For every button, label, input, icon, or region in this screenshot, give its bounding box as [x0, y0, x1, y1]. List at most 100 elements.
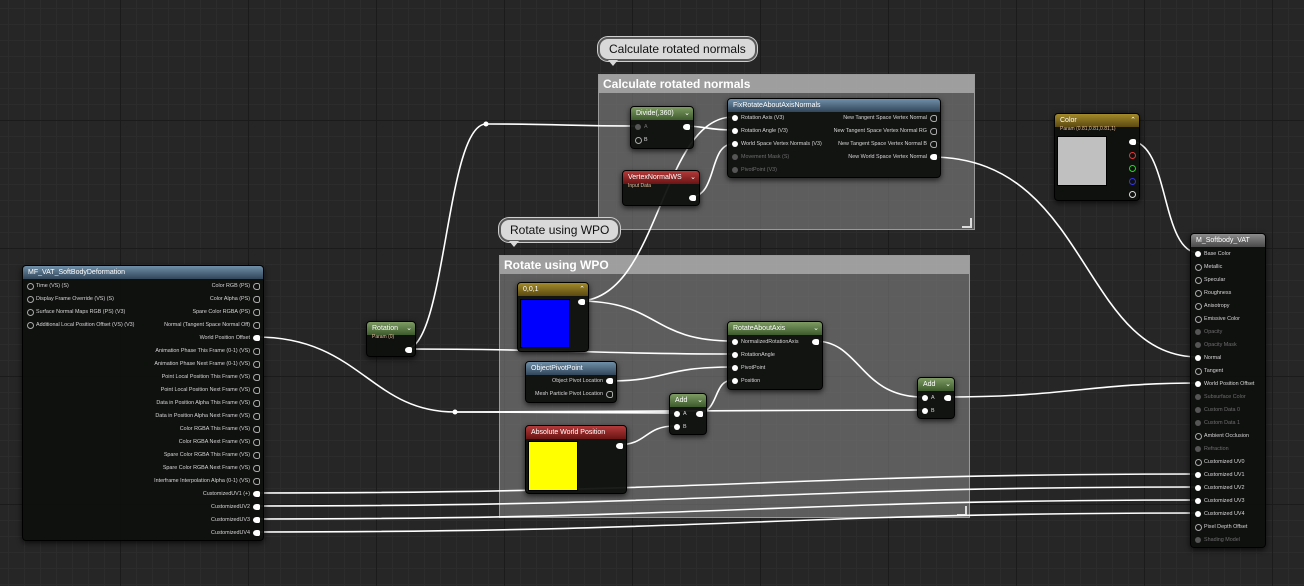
node-vertex-normal-ws[interactable]: VertexNormalWS ⌄ Input Data	[622, 170, 700, 206]
input-pin[interactable]: Rotation Angle (V3)	[731, 127, 788, 135]
output-pin[interactable]: New Tangent Space Vertex Normal B	[838, 140, 937, 148]
output-pin[interactable]: Spare Color RGBA This Frame (VS)	[164, 451, 261, 459]
input-pin[interactable]: Customized UV1	[1194, 471, 1244, 479]
output-pin[interactable]: CustomizedUV4	[211, 529, 260, 537]
input-pin[interactable]: Tangent	[1194, 367, 1223, 375]
input-pin[interactable]: PivotPoint	[731, 364, 765, 372]
wire-add-to-material-wpo	[944, 382, 1200, 398]
input-pin[interactable]: Subsurface Color	[1194, 393, 1246, 401]
wire-color-to-basecolor	[1129, 140, 1200, 254]
output-pin[interactable]: Data in Position Alpha Next Frame (VS)	[155, 412, 260, 420]
chevron-down-icon[interactable]: ⌄	[945, 378, 951, 391]
input-pin-b[interactable]: B	[673, 423, 687, 431]
input-pin-b[interactable]: B	[634, 136, 648, 144]
input-pin[interactable]: Emissive Color	[1194, 315, 1240, 323]
input-pin[interactable]: Opacity	[1194, 328, 1222, 336]
output-pin[interactable]: Point Local Position Next Frame (VS)	[161, 386, 261, 394]
output-pin[interactable]: Point Local Position This Frame (VS)	[162, 373, 261, 381]
output-pin[interactable]: New World Space Vertex Normal	[848, 153, 937, 161]
chevron-down-icon[interactable]: ⌄	[690, 171, 696, 184]
output-pin[interactable]: Data in Position Alpha This Frame (VS)	[156, 399, 260, 407]
input-pin[interactable]: Custom Data 0	[1194, 406, 1240, 414]
output-pin[interactable]: New Tangent Space Vertex Normal RG	[834, 127, 938, 135]
input-pin[interactable]: Specular	[1194, 276, 1225, 284]
output-pin[interactable]: Color RGBA Next Frame (VS)	[179, 438, 261, 446]
input-pin[interactable]: Pixel Depth Offset	[1194, 523, 1247, 531]
input-pin[interactable]: PivotPoint (V3)	[731, 166, 777, 174]
node-title: Add ⌄	[670, 394, 706, 407]
node-add-pivot[interactable]: Add ⌄ A B	[669, 393, 707, 435]
output-pin[interactable]: Spare Color RGBA (PS)	[192, 308, 260, 316]
output-pin[interactable]: Normal (Tangent Space Normal Off)	[164, 321, 260, 329]
input-pin[interactable]: Roughness	[1194, 289, 1231, 297]
node-absolute-world-position[interactable]: Absolute World Position	[525, 425, 627, 494]
input-pin[interactable]: Surface Normal Maps RGB (PS) (V3)	[26, 308, 125, 316]
node-material-result[interactable]: M_Softbody_VAT Base Color Metallic Specu…	[1190, 233, 1266, 548]
input-pin[interactable]: Base Color	[1194, 250, 1231, 258]
input-pin[interactable]: NormalizedRotationAxis	[731, 338, 799, 346]
input-pin[interactable]: Refraction	[1194, 445, 1229, 453]
output-pin[interactable]: Color Alpha (PS)	[210, 295, 261, 303]
input-pin[interactable]: Anisotropy	[1194, 302, 1229, 310]
input-pin[interactable]: Customized UV0	[1194, 458, 1244, 466]
node-rotate-about-axis[interactable]: RotateAboutAxis ⌄ NormalizedRotationAxis …	[727, 321, 823, 390]
output-pin[interactable]: CustomizedUV2	[211, 503, 260, 511]
input-pin[interactable]: Additional Local Position Offset (VS) (V…	[26, 321, 134, 329]
node-object-pivot-point[interactable]: ObjectPivotPoint Object Pivot Location M…	[525, 361, 617, 403]
input-pin[interactable]: Ambient Occlusion	[1194, 432, 1249, 440]
output-pin[interactable]: Spare Color RGBA Next Frame (VS)	[163, 464, 261, 472]
comment-bubble-calc-normals[interactable]: Calculate rotated normals	[598, 37, 757, 66]
resize-grip-icon[interactable]	[957, 506, 967, 516]
node-divide[interactable]: Divide(,360) ⌄ A B	[630, 106, 694, 149]
input-pin-a[interactable]: A	[673, 410, 687, 418]
input-pin[interactable]: RotationAngle	[731, 351, 775, 359]
input-pin[interactable]: World Position Offset	[1194, 380, 1254, 388]
node-color-param[interactable]: Color ⌃ Param (0.81,0.81,0.81,1)	[1054, 113, 1140, 201]
output-pin[interactable]: Animation Phase This Frame (0-1) (VS)	[155, 347, 260, 355]
input-pin[interactable]: Customized UV2	[1194, 484, 1244, 492]
color-swatch-yellow	[528, 441, 578, 491]
node-mf-vat-softbody[interactable]: MF_VAT_SoftBodyDeformation Time (VS) (S)…	[22, 265, 264, 541]
input-pin[interactable]: World Space Vertex Normals (V3)	[731, 140, 822, 148]
output-pin[interactable]: World Position Offset	[200, 334, 261, 342]
output-pin[interactable]: Color RGB (PS)	[212, 282, 261, 290]
input-pin[interactable]: Opacity Mask	[1194, 341, 1237, 349]
input-pin[interactable]: Custom Data 1	[1194, 419, 1240, 427]
output-pin[interactable]: CustomizedUV3	[211, 516, 260, 524]
comment-bubble-rotate-wpo[interactable]: Rotate using WPO	[499, 218, 621, 247]
input-pin[interactable]: Normal	[1194, 354, 1221, 362]
node-constant-vector[interactable]: 0,0,1 ⌃	[517, 282, 589, 352]
output-pin[interactable]: Mesh Particle Pivot Location	[535, 390, 614, 398]
chevron-down-icon[interactable]: ⌄	[684, 107, 690, 120]
chevron-down-icon[interactable]: ⌄	[697, 394, 703, 407]
reroute-knot	[483, 121, 489, 127]
input-pin[interactable]: Display Frame Override (VS) (S)	[26, 295, 114, 303]
chevron-up-icon[interactable]: ⌃	[579, 283, 585, 296]
chevron-down-icon[interactable]: ⌄	[813, 322, 819, 335]
output-pin[interactable]: Interframe Interpolation Alpha (0-1) (VS…	[154, 477, 260, 485]
output-pin[interactable]: Object Pivot Location	[552, 377, 613, 385]
output-pin[interactable]: New Tangent Space Vertex Normal	[843, 114, 937, 122]
input-pin[interactable]: Metallic	[1194, 263, 1222, 271]
input-pin-a[interactable]: A	[634, 123, 648, 131]
output-pin[interactable]: CustomizedUV1 (+)	[203, 490, 261, 498]
input-pin-a[interactable]: A	[921, 394, 935, 402]
input-pin[interactable]: Rotation Axis (V3)	[731, 114, 784, 122]
input-pin[interactable]: Customized UV3	[1194, 497, 1244, 505]
input-pin[interactable]: Customized UV4	[1194, 510, 1244, 518]
chevron-down-icon[interactable]: ⌄	[406, 322, 412, 335]
resize-grip-icon[interactable]	[962, 218, 972, 228]
output-pin[interactable]: Animation Phase Next Frame (0-1) (VS)	[154, 360, 260, 368]
color-swatch-blue	[520, 299, 570, 348]
input-pin[interactable]: Time (VS) (S)	[26, 282, 69, 290]
node-fix-rotate-about-axis[interactable]: FixRotateAboutAxisNormals Rotation Axis …	[727, 98, 941, 178]
node-title: M_Softbody_VAT	[1191, 234, 1265, 247]
input-pin[interactable]: Movement Mask (S)	[731, 153, 789, 161]
output-pin[interactable]: Color RGBA This Frame (VS)	[180, 425, 261, 433]
input-pin[interactable]: Position	[731, 377, 760, 385]
node-rotation-param[interactable]: Rotation ⌄ Param (0)	[366, 321, 416, 357]
input-pin-b[interactable]: B	[921, 407, 935, 415]
input-pin[interactable]: Shading Model	[1194, 536, 1240, 544]
chevron-up-icon[interactable]: ⌃	[1130, 114, 1136, 127]
node-add-wpo[interactable]: Add ⌄ A B	[917, 377, 955, 419]
